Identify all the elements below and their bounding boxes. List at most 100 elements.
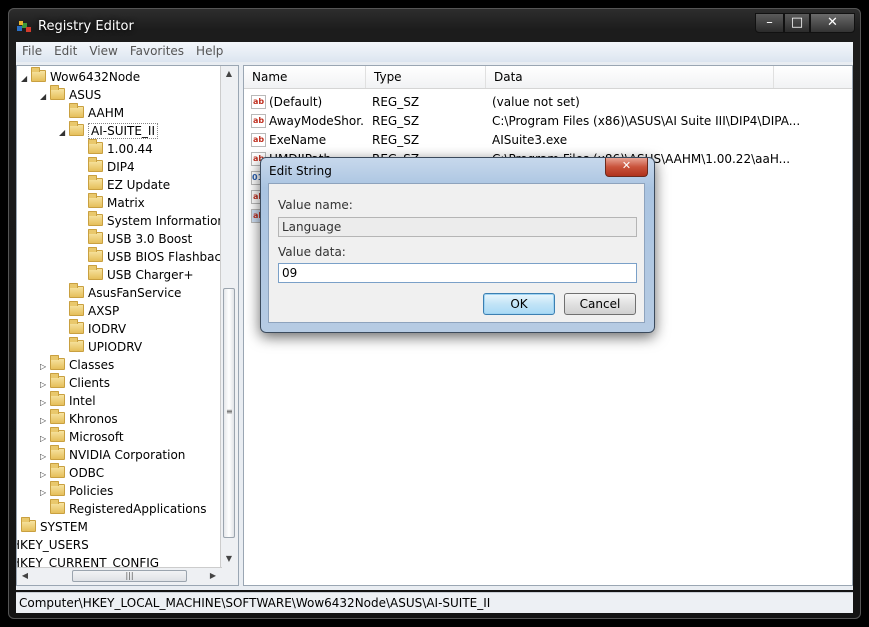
tree-node-label: USB 3.0 Boost [107, 232, 193, 246]
folder-icon [50, 499, 65, 514]
tree-node[interactable]: System Information [78, 211, 226, 230]
column-header: Name Type Data [244, 66, 852, 89]
folder-icon [69, 103, 84, 118]
tree-node-label: IODRV [88, 322, 127, 336]
tree-node[interactable]: ◢ Wow6432Node [21, 67, 140, 88]
tree-node[interactable]: ▷ Classes [40, 355, 114, 374]
ok-button[interactable]: OK [483, 293, 555, 315]
tree-node[interactable]: SYSTEM [17, 517, 88, 536]
tree-node[interactable]: DIP4 [78, 157, 135, 176]
tree-node-label: Matrix [107, 196, 145, 210]
tree-node[interactable]: ◢ ASUS [40, 85, 101, 106]
tree-node-label: AI-SUITE_II [88, 123, 159, 139]
string-value-icon: ab [251, 114, 266, 128]
tree-node[interactable]: USB Charger+ [78, 265, 194, 284]
value-name-field: Language [278, 217, 637, 237]
tree-node[interactable]: Matrix [78, 193, 145, 212]
folder-icon [50, 427, 65, 442]
tree-node-label: USB Charger+ [107, 268, 194, 282]
tree-node[interactable]: ▷ Policies [40, 481, 114, 500]
menu-edit[interactable]: Edit [48, 42, 83, 58]
close-button[interactable]: ✕ [810, 13, 855, 33]
tree-node-label: UPIODRV [88, 340, 143, 354]
window-title: Registry Editor [38, 19, 134, 34]
folder-icon [50, 373, 65, 388]
tree-node[interactable]: ▷ ODBC [40, 463, 104, 482]
folder-icon [50, 355, 65, 370]
value-row[interactable]: ab ExeName REG_SZ AISuite3.exe [244, 131, 852, 150]
scroll-corner [221, 568, 238, 585]
value-data: AISuite3.exe [492, 133, 568, 147]
menu-file[interactable]: File [16, 42, 48, 58]
tree-node[interactable]: ▷ Clients [40, 373, 110, 392]
key-tree: ◢ Wow6432Node ◢ ASUS AAHM ◢ AI-SUITE_II 1.0… [16, 65, 239, 586]
tree-node[interactable]: USB BIOS Flashback [78, 247, 229, 266]
folder-icon [88, 193, 103, 208]
folder-icon [69, 121, 84, 136]
tree-node-label: System Information [107, 214, 226, 228]
value-name: ExeName [269, 133, 327, 147]
tree-node[interactable]: AsusFanService [59, 283, 181, 302]
folder-icon [69, 337, 84, 352]
tree-node-label: Policies [69, 484, 114, 498]
maximize-button[interactable]: □ [784, 13, 810, 33]
expander-icon[interactable]: ◢ [21, 70, 31, 88]
tree-node[interactable]: 1.00.44 [78, 139, 153, 158]
scroll-right-arrow-icon[interactable]: ▶ [205, 568, 221, 584]
tree-node-label: EZ Update [107, 178, 171, 192]
folder-icon [31, 67, 46, 82]
tree-node[interactable]: ▷ NVIDIA Corporation [40, 445, 186, 464]
value-row[interactable]: ab (Default) REG_SZ (value not set) [244, 93, 852, 112]
value-data-input[interactable]: 09 [278, 263, 637, 283]
tree-node[interactable]: EZ Update [78, 175, 171, 194]
value-row[interactable]: ab AwayModeShor... REG_SZ C:\Program Files … [244, 112, 852, 131]
tree-node[interactable]: ▷ Khronos [40, 409, 118, 428]
tree-horizontal-scrollbar[interactable]: ◀ ||| ▶ [17, 567, 222, 585]
tree-vertical-scrollbar[interactable]: ▲ ≡ ▼ [220, 66, 238, 568]
folder-icon [88, 247, 103, 262]
scroll-thumb[interactable]: ||| [72, 570, 187, 582]
cancel-button[interactable]: Cancel [564, 293, 636, 315]
tree-node[interactable]: AAHM [59, 103, 125, 122]
tree-node-label: NVIDIA Corporation [69, 448, 186, 462]
edit-string-dialog: Edit String ✕ Value name: Language Value… [260, 157, 655, 333]
dialog-body: Value name: Language Value data: 09 OK C… [268, 183, 645, 323]
scroll-thumb[interactable]: ≡ [223, 288, 235, 538]
tree-node[interactable]: RegisteredApplications [40, 499, 206, 518]
folder-icon [69, 301, 84, 316]
folder-icon [88, 175, 103, 190]
tree-node-label: 1.00.44 [107, 142, 153, 156]
tree-node-selected[interactable]: ◢ AI-SUITE_II [59, 121, 159, 142]
folder-icon [69, 319, 84, 334]
tree-node[interactable]: HKEY_USERS [16, 536, 89, 554]
expander-icon[interactable]: ◢ [40, 88, 50, 106]
scroll-left-arrow-icon[interactable]: ◀ [17, 568, 33, 584]
tree-node[interactable]: IODRV [59, 319, 127, 338]
menu-view[interactable]: View [83, 42, 123, 58]
folder-icon [50, 481, 65, 496]
value-name-label: Value name: [278, 198, 353, 212]
folder-icon [50, 85, 65, 100]
title-bar[interactable]: Registry Editor – □ ✕ [8, 8, 861, 38]
column-type[interactable]: Type [366, 66, 486, 88]
tree-node[interactable]: AXSP [59, 301, 119, 320]
menu-favorites[interactable]: Favorites [124, 42, 190, 58]
tree-node-label: USB BIOS Flashback [107, 250, 229, 264]
tree-node-label: AAHM [88, 106, 125, 120]
tree-node[interactable]: USB 3.0 Boost [78, 229, 193, 248]
tree-node-label: HKEY_USERS [16, 538, 89, 552]
menu-help[interactable]: Help [190, 42, 229, 58]
expander-icon[interactable]: ◢ [59, 124, 69, 142]
tree-node[interactable]: UPIODRV [59, 337, 143, 356]
tree-node-label: DIP4 [107, 160, 135, 174]
tree-node[interactable]: ▷ Intel [40, 391, 96, 410]
column-name[interactable]: Name [244, 66, 366, 88]
minimize-button[interactable]: – [755, 13, 784, 33]
scroll-down-arrow-icon[interactable]: ▼ [221, 551, 237, 567]
scroll-up-arrow-icon[interactable]: ▲ [221, 66, 237, 82]
column-data[interactable]: Data [486, 66, 774, 88]
tree-node[interactable]: ▷ Microsoft [40, 427, 124, 446]
dialog-title: Edit String [269, 164, 332, 178]
dialog-close-button[interactable]: ✕ [605, 158, 648, 177]
folder-icon [88, 265, 103, 280]
